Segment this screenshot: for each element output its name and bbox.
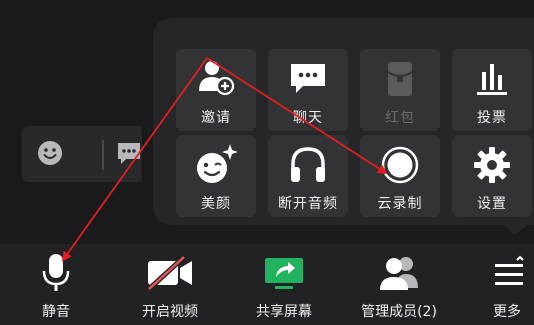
chat-button[interactable]: 聊天 — [268, 49, 348, 131]
panel-pointer — [503, 225, 527, 235]
cloud-record-button[interactable]: 云录制 — [360, 135, 440, 217]
members-icon — [344, 250, 454, 296]
share-screen-label: 共享屏幕 — [256, 304, 312, 320]
share-screen-icon — [244, 250, 324, 296]
start-video-label: 开启视频 — [142, 304, 198, 320]
more-label: 更多 — [493, 304, 521, 320]
beauty-button[interactable]: 美颜 — [176, 135, 256, 217]
red-packet-icon — [360, 57, 440, 101]
beauty-label: 美颜 — [201, 196, 231, 212]
gear-icon — [452, 143, 532, 187]
settings-button[interactable]: 设置 — [452, 135, 532, 217]
start-video-button[interactable]: 开启视频 — [130, 244, 210, 325]
vote-button[interactable]: 投票 — [452, 49, 532, 131]
record-icon — [360, 143, 440, 187]
mute-label: 静音 — [42, 304, 70, 320]
more-icon — [480, 250, 534, 296]
manage-members-button[interactable]: 管理成员(2) — [344, 244, 454, 325]
settings-label: 设置 — [477, 196, 507, 212]
video-off-icon — [130, 250, 210, 296]
red-packet-label: 红包 — [385, 110, 415, 126]
invite-label: 邀请 — [201, 110, 231, 126]
emoji-icon[interactable] — [36, 139, 64, 171]
microphone-icon — [16, 250, 96, 296]
more-button[interactable]: 更多 — [480, 244, 534, 325]
disconnect-audio-button[interactable]: 断开音频 — [268, 135, 348, 217]
chat-icon — [268, 57, 348, 101]
quick-actions-pill — [22, 126, 142, 182]
meeting-toolbar: 静音 开启视频 共享屏幕 管理成员(2) 更多 — [0, 244, 534, 325]
invite-button[interactable]: 邀请 — [176, 49, 256, 131]
red-packet-button[interactable]: 红包 — [360, 49, 440, 131]
cloud-record-label: 云录制 — [377, 196, 423, 212]
invite-user-icon — [176, 57, 256, 101]
chat-label: 聊天 — [293, 110, 323, 126]
pill-divider — [102, 140, 104, 170]
beauty-face-icon — [176, 143, 256, 187]
more-options-panel: 邀请 聊天 红包 投票 美颜 断开音频 云录制 设置 — [153, 18, 534, 225]
vote-label: 投票 — [477, 110, 507, 126]
share-screen-button[interactable]: 共享屏幕 — [244, 244, 324, 325]
vote-icon — [452, 57, 532, 101]
message-icon[interactable] — [116, 139, 142, 171]
mute-button[interactable]: 静音 — [16, 244, 96, 325]
manage-members-label: 管理成员(2) — [361, 304, 437, 320]
disconnect-audio-label: 断开音频 — [278, 196, 338, 212]
meeting-screen: 邀请 聊天 红包 投票 美颜 断开音频 云录制 设置 静音 开启视频 共享屏幕 … — [0, 0, 534, 325]
headphones-icon — [268, 143, 348, 187]
